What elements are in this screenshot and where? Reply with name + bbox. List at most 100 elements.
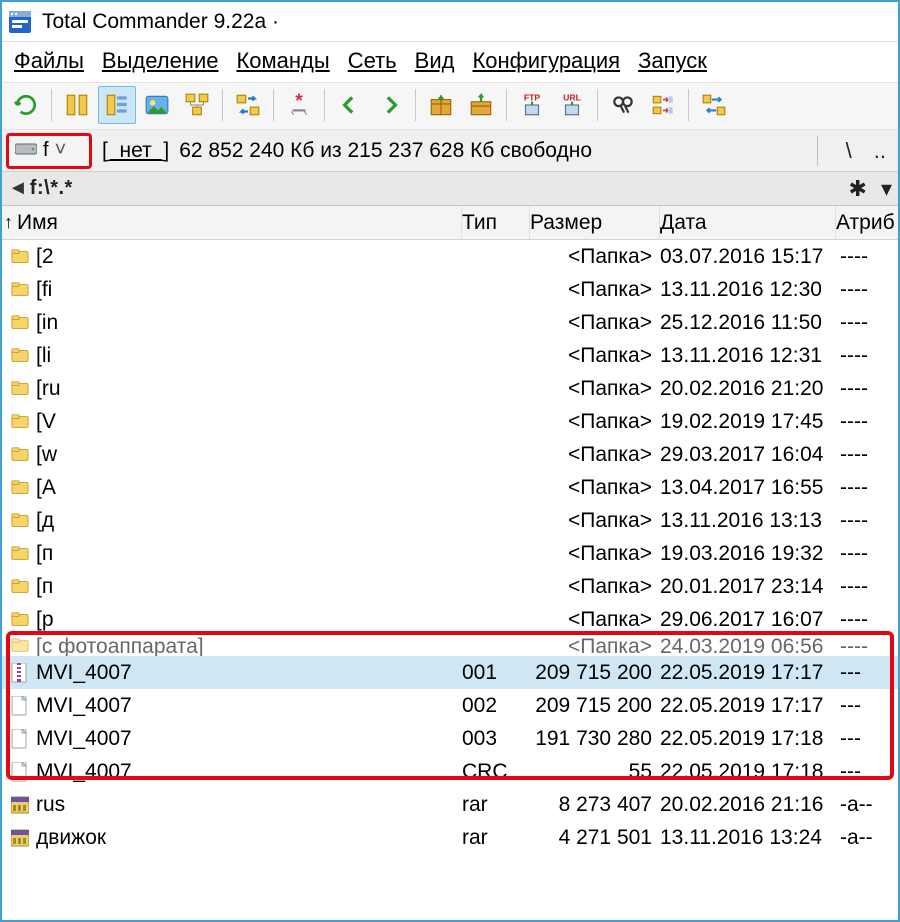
col-size[interactable]: Размер bbox=[530, 206, 660, 239]
root-button[interactable]: \ bbox=[846, 138, 852, 164]
drive-label[interactable]: [_нет_] bbox=[96, 139, 175, 163]
invert-selection-button[interactable]: * bbox=[280, 86, 318, 124]
go-forward-button[interactable] bbox=[371, 86, 409, 124]
file-row[interactable]: rusrar8 273 40720.02.2016 21:16-a-- bbox=[2, 788, 898, 821]
menu-selection[interactable]: Выделение bbox=[102, 48, 219, 74]
file-row[interactable]: MVI_4007003191 730 28022.05.2019 17:18--… bbox=[2, 722, 898, 755]
history-back-icon[interactable]: ◄ bbox=[8, 177, 28, 200]
col-name[interactable]: ↑Имя bbox=[2, 206, 462, 239]
file-attr: ---- bbox=[836, 273, 898, 306]
file-date: 29.03.2017 16:04 bbox=[660, 438, 836, 471]
drive-right-controls: \ .. bbox=[817, 136, 898, 166]
file-attr: ---- bbox=[836, 603, 898, 636]
refresh-button[interactable] bbox=[7, 86, 45, 124]
folder-row[interactable]: [w<Папка>29.03.2017 16:04---- bbox=[2, 438, 898, 471]
menu-net[interactable]: Сеть bbox=[348, 48, 397, 74]
folder-row[interactable]: [fi<Папка>13.11.2016 12:30---- bbox=[2, 273, 898, 306]
file-date: 03.07.2016 15:17 bbox=[660, 240, 836, 273]
col-type[interactable]: Тип bbox=[462, 206, 530, 239]
file-attr: ---- bbox=[836, 405, 898, 438]
ftp-new-button[interactable]: URL bbox=[553, 86, 591, 124]
col-date[interactable]: Дата bbox=[660, 206, 836, 239]
file-size: <Папка> bbox=[530, 372, 660, 405]
file-type: 003 bbox=[462, 722, 530, 755]
folder-row[interactable]: [2<Папка>03.07.2016 15:17---- bbox=[2, 240, 898, 273]
favorites-icon[interactable]: ✱ bbox=[849, 176, 867, 202]
file-date: 13.11.2016 12:31 bbox=[660, 339, 836, 372]
folder-row[interactable]: [с фотоаппарата]<Папка>24.03.2019 06:56-… bbox=[2, 636, 898, 656]
pack-button[interactable] bbox=[422, 86, 460, 124]
file-list[interactable]: [2<Папка>03.07.2016 15:17----[fi<Папка>1… bbox=[2, 240, 898, 920]
file-name: MVI_4007 bbox=[36, 755, 132, 788]
folder-row[interactable]: [п<Папка>20.01.2017 23:14---- bbox=[2, 570, 898, 603]
file-row[interactable]: MVI_4007002209 715 20022.05.2019 17:17--… bbox=[2, 689, 898, 722]
multi-rename-button[interactable] bbox=[644, 86, 682, 124]
file-name: [д bbox=[36, 504, 54, 537]
file-date: 13.11.2016 13:13 bbox=[660, 504, 836, 537]
tree-button[interactable] bbox=[178, 86, 216, 124]
view-brief-button[interactable] bbox=[58, 86, 96, 124]
file-row[interactable]: движокrar4 271 50113.11.2016 13:24-a-- bbox=[2, 821, 898, 854]
parent-dir-button[interactable]: .. bbox=[874, 138, 886, 164]
svg-text:*: * bbox=[295, 92, 303, 112]
folder-row[interactable]: [п<Папка>19.03.2016 19:32---- bbox=[2, 537, 898, 570]
file-name: MVI_4007 bbox=[36, 722, 132, 755]
file-name: [2 bbox=[36, 240, 54, 273]
file-size: <Папка> bbox=[530, 570, 660, 603]
file-type: rar bbox=[462, 821, 530, 854]
file-name: rus bbox=[36, 788, 65, 821]
sync-dirs-button[interactable] bbox=[229, 86, 267, 124]
file-date: 13.04.2017 16:55 bbox=[660, 471, 836, 504]
view-full-button[interactable] bbox=[98, 86, 136, 124]
drive-free-space: 62 852 240 Кб из 215 237 628 Кб свободно bbox=[175, 139, 592, 163]
file-size: <Папка> bbox=[530, 240, 660, 273]
app-icon bbox=[8, 10, 32, 34]
file-size: 55 bbox=[530, 755, 660, 788]
unpack-button[interactable] bbox=[462, 86, 500, 124]
file-size: <Папка> bbox=[530, 339, 660, 372]
file-size: <Папка> bbox=[530, 537, 660, 570]
file-date: 13.11.2016 12:30 bbox=[660, 273, 836, 306]
path-bar[interactable]: ◄ f:\ *.* ✱ ▾ bbox=[2, 172, 898, 206]
menu-commands[interactable]: Команды bbox=[236, 48, 329, 74]
history-dropdown-icon[interactable]: ▾ bbox=[881, 176, 892, 202]
folder-row[interactable]: [А<Папка>13.04.2017 16:55---- bbox=[2, 471, 898, 504]
folder-row[interactable]: [ru<Папка>20.02.2016 21:20---- bbox=[2, 372, 898, 405]
menu-files[interactable]: Файлы bbox=[14, 48, 84, 74]
file-size: <Папка> bbox=[530, 603, 660, 636]
file-row[interactable]: MVI_4007001209 715 20022.05.2019 17:17--… bbox=[2, 656, 898, 689]
file-type: 002 bbox=[462, 689, 530, 722]
folder-row[interactable]: [V<Папка>19.02.2019 17:45---- bbox=[2, 405, 898, 438]
ftp-connect-button[interactable]: FTP bbox=[513, 86, 551, 124]
go-back-button[interactable] bbox=[331, 86, 369, 124]
file-size: 191 730 280 bbox=[530, 722, 660, 755]
file-date: 22.05.2019 17:17 bbox=[660, 656, 836, 689]
file-name: [с фотоаппарата] bbox=[36, 636, 204, 656]
folder-row[interactable]: [in<Папка>25.12.2016 11:50---- bbox=[2, 306, 898, 339]
folder-row[interactable]: [р<Папка>29.06.2017 16:07---- bbox=[2, 603, 898, 636]
search-button[interactable] bbox=[604, 86, 642, 124]
col-attr[interactable]: Атриб bbox=[836, 206, 898, 239]
toolbar-separator bbox=[273, 89, 274, 121]
file-size: 209 715 200 bbox=[530, 689, 660, 722]
file-name: MVI_4007 bbox=[36, 689, 132, 722]
menu-run[interactable]: Запуск bbox=[638, 48, 707, 74]
drive-selector[interactable]: f ˅ bbox=[6, 133, 92, 169]
rar-icon bbox=[10, 827, 30, 849]
file-attr: --- bbox=[836, 722, 898, 755]
menu-config[interactable]: Конфигурация bbox=[472, 48, 620, 74]
file-name: [п bbox=[36, 570, 53, 603]
folder-icon bbox=[10, 378, 30, 400]
file-size: <Папка> bbox=[530, 636, 660, 656]
menu-view[interactable]: Вид bbox=[415, 48, 455, 74]
file-date: 22.05.2019 17:18 bbox=[660, 755, 836, 788]
sync-compare-button[interactable] bbox=[695, 86, 733, 124]
titlebar: Total Commander 9.22a · bbox=[2, 2, 898, 42]
file-date: 20.02.2016 21:20 bbox=[660, 372, 836, 405]
svg-text:URL: URL bbox=[563, 93, 582, 103]
folder-row[interactable]: [д<Папка>13.11.2016 13:13---- bbox=[2, 504, 898, 537]
folder-row[interactable]: [li<Папка>13.11.2016 12:31---- bbox=[2, 339, 898, 372]
thumbnails-button[interactable] bbox=[138, 86, 176, 124]
file-date: 20.01.2017 23:14 bbox=[660, 570, 836, 603]
file-row[interactable]: MVI_4007CRC5522.05.2019 17:18--- bbox=[2, 755, 898, 788]
